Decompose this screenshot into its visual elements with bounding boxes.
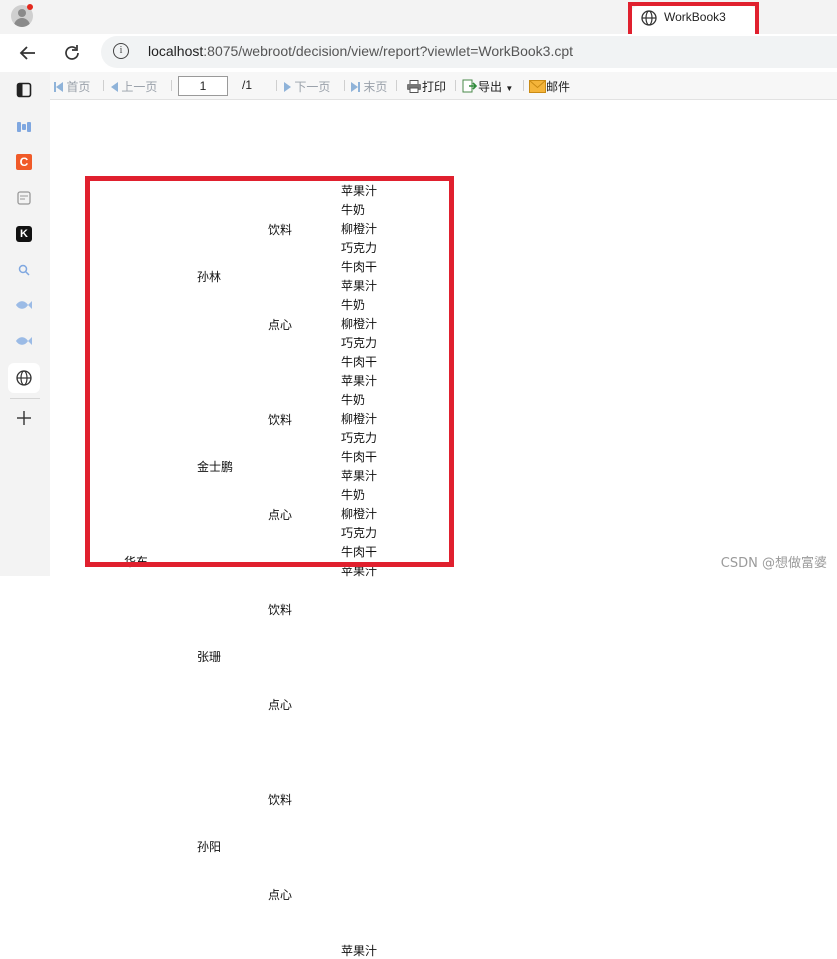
last-page-button[interactable]: 末页	[351, 78, 387, 95]
notification-dot-icon	[27, 4, 33, 10]
sidebar-c-app-icon[interactable]: C	[13, 151, 35, 173]
report-highlight-box	[85, 176, 454, 567]
next-page-icon	[284, 82, 291, 92]
person-cell: 张珊	[197, 650, 222, 664]
mail-icon	[529, 80, 546, 93]
sidebar-app-icon[interactable]	[13, 116, 35, 138]
printer-icon	[407, 80, 421, 93]
address-bar[interactable]: i localhost:8075/webroot/decision/view/r…	[101, 36, 837, 68]
sidebar-search-icon[interactable]	[13, 259, 35, 281]
export-icon	[462, 79, 478, 93]
watermark: CSDN @想做富婆	[720, 556, 827, 571]
browser-sidebar: C K	[0, 72, 50, 576]
category-cell: 点心	[268, 887, 293, 902]
back-arrow-icon[interactable]	[15, 40, 41, 66]
print-button[interactable]: 打印	[406, 78, 446, 95]
add-icon[interactable]	[13, 407, 35, 429]
report-toolbar: 首页 上一页 1 /1 下一页 末页 打印 导出 ▼ 邮件	[50, 72, 837, 100]
toolbar-separator	[103, 80, 104, 91]
last-page-icon	[351, 82, 358, 92]
export-button[interactable]: 导出 ▼	[462, 78, 513, 95]
sidebar-k-app-icon[interactable]: K	[13, 223, 35, 245]
address-url[interactable]: localhost:8075/webroot/decision/view/rep…	[148, 43, 573, 59]
export-dropdown-icon: ▼	[505, 84, 514, 93]
prev-page-button[interactable]: 上一页	[111, 78, 157, 95]
toolbar-separator	[396, 80, 397, 91]
first-page-button[interactable]: 首页	[54, 78, 90, 95]
product-cell: 苹果汁	[341, 944, 378, 958]
prev-page-icon	[111, 82, 118, 92]
sidebar-globe-active-icon[interactable]	[8, 363, 40, 393]
reload-icon[interactable]	[59, 40, 85, 66]
page-total-label: /1	[242, 78, 253, 92]
toolbar-separator	[344, 80, 345, 91]
toolbar-separator	[455, 80, 456, 91]
sidebar-bird-icon-2[interactable]	[13, 330, 35, 352]
site-info-icon[interactable]: i	[113, 43, 129, 59]
sidebar-panel-icon[interactable]	[13, 79, 35, 101]
sidebar-divider	[10, 398, 40, 399]
page-number-input[interactable]: 1	[178, 76, 228, 96]
category-cell: 点心	[268, 697, 293, 712]
person-cell: 孙阳	[197, 840, 222, 854]
next-page-button[interactable]: 下一页	[284, 78, 330, 95]
toolbar-separator	[523, 80, 524, 91]
toolbar-separator	[276, 80, 277, 91]
mail-button[interactable]: 邮件	[529, 78, 570, 95]
category-cell: 饮料	[268, 792, 293, 807]
sidebar-notes-icon[interactable]	[13, 187, 35, 209]
toolbar-separator	[171, 80, 172, 91]
sidebar-bird-icon[interactable]	[13, 294, 35, 316]
browser-titlebar: WorkBook3	[0, 0, 837, 41]
category-cell: 饮料	[268, 602, 293, 617]
